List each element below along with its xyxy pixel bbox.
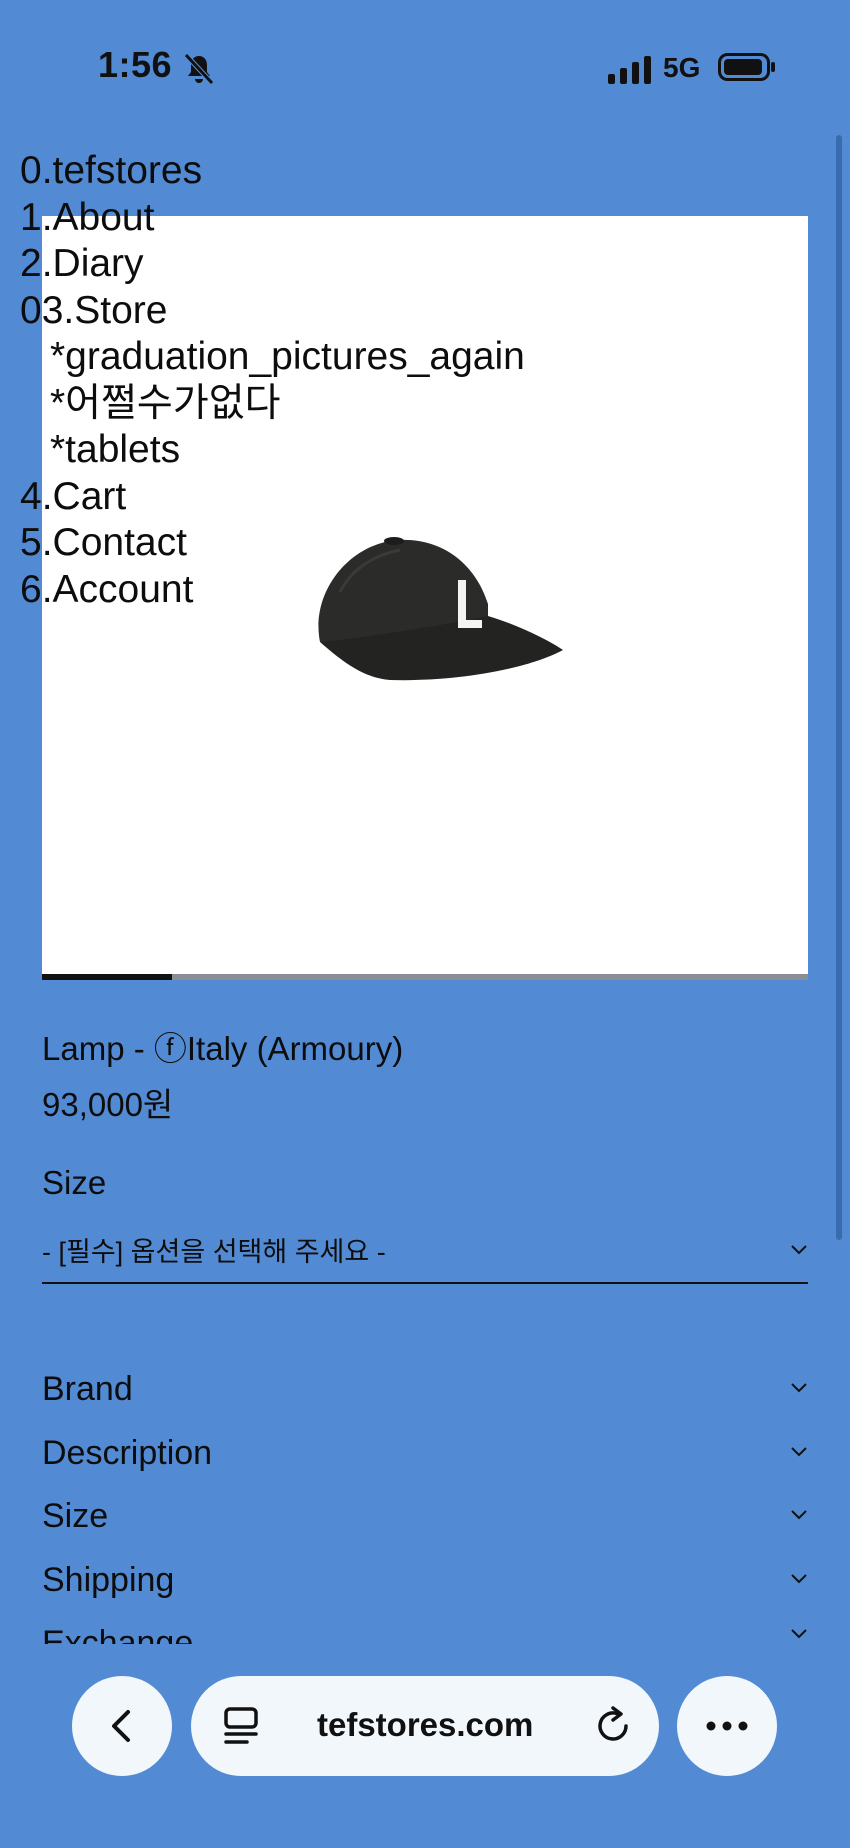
nav-item[interactable]: *tablets bbox=[20, 427, 525, 474]
accordion-exchange[interactable]: Exchange bbox=[42, 1624, 808, 1644]
product-price: 93,000원 bbox=[42, 1086, 174, 1123]
image-slider-progress bbox=[42, 974, 172, 980]
chevron-down-icon bbox=[791, 1510, 807, 1520]
reload-icon[interactable] bbox=[593, 1706, 633, 1746]
more-options-button[interactable] bbox=[677, 1676, 777, 1776]
nav-item[interactable]: 5.Contact bbox=[20, 520, 525, 567]
chevron-down-icon bbox=[791, 1447, 807, 1457]
url-text: tefstores.com bbox=[317, 1706, 534, 1743]
nav-item[interactable]: 4.Cart bbox=[20, 474, 525, 521]
battery-icon bbox=[718, 53, 775, 81]
chevron-left-icon bbox=[112, 1710, 130, 1742]
nav-item[interactable]: 03.Store bbox=[20, 288, 525, 335]
product-name: Lamp - ⓕItaly (Armoury) bbox=[42, 1030, 404, 1067]
page-scrollbar[interactable] bbox=[836, 135, 842, 1240]
accordion-size[interactable]: Size bbox=[42, 1497, 808, 1547]
nav-item[interactable]: 0.tefstores bbox=[20, 148, 525, 195]
accordion-shipping[interactable]: Shipping bbox=[42, 1561, 808, 1611]
chevron-down-icon bbox=[791, 1245, 807, 1255]
accordion-label: Exchange bbox=[42, 1624, 194, 1644]
accordion-list: Brand Description Size Shipping Exchange bbox=[0, 1364, 850, 1644]
nav-item[interactable]: 6.Account bbox=[20, 567, 525, 614]
cellular-signal-icon bbox=[608, 56, 651, 84]
nav-item[interactable]: *graduation_pictures_again bbox=[20, 334, 525, 381]
accordion-description[interactable]: Description bbox=[42, 1434, 808, 1484]
network-type: 5G bbox=[663, 52, 701, 83]
chevron-down-icon bbox=[791, 1629, 807, 1639]
size-label: Size bbox=[42, 1164, 107, 1201]
nav-item[interactable]: 2.Diary bbox=[20, 241, 525, 288]
accordion-brand[interactable]: Brand bbox=[42, 1370, 808, 1420]
more-dots-icon bbox=[706, 1721, 748, 1731]
accordion-label: Description bbox=[42, 1434, 213, 1472]
bell-muted-icon bbox=[184, 53, 214, 85]
accordion-label: Size bbox=[42, 1497, 109, 1535]
chevron-down-icon bbox=[791, 1383, 807, 1393]
tab-overview-icon[interactable] bbox=[223, 1706, 259, 1746]
address-bar[interactable]: tefstores.com bbox=[191, 1676, 659, 1776]
status-time: 1:56 bbox=[98, 44, 173, 85]
size-select-placeholder: - [필수] 옵션을 선택해 주세요 - bbox=[42, 1237, 386, 1267]
chevron-down-icon bbox=[791, 1574, 807, 1584]
nav-item[interactable]: 1.About bbox=[20, 195, 525, 242]
site-navigation: 0.tefstores 1.About 2.Diary 03.Store *gradua… bbox=[20, 148, 525, 613]
accordion-label: Brand bbox=[42, 1370, 133, 1408]
size-select[interactable]: - [필수] 옵션을 선택해 주세요 - bbox=[42, 1222, 808, 1284]
accordion-label: Shipping bbox=[42, 1561, 175, 1599]
nav-item[interactable]: *어쩔수가없다 bbox=[20, 381, 525, 428]
back-button[interactable] bbox=[72, 1676, 172, 1776]
